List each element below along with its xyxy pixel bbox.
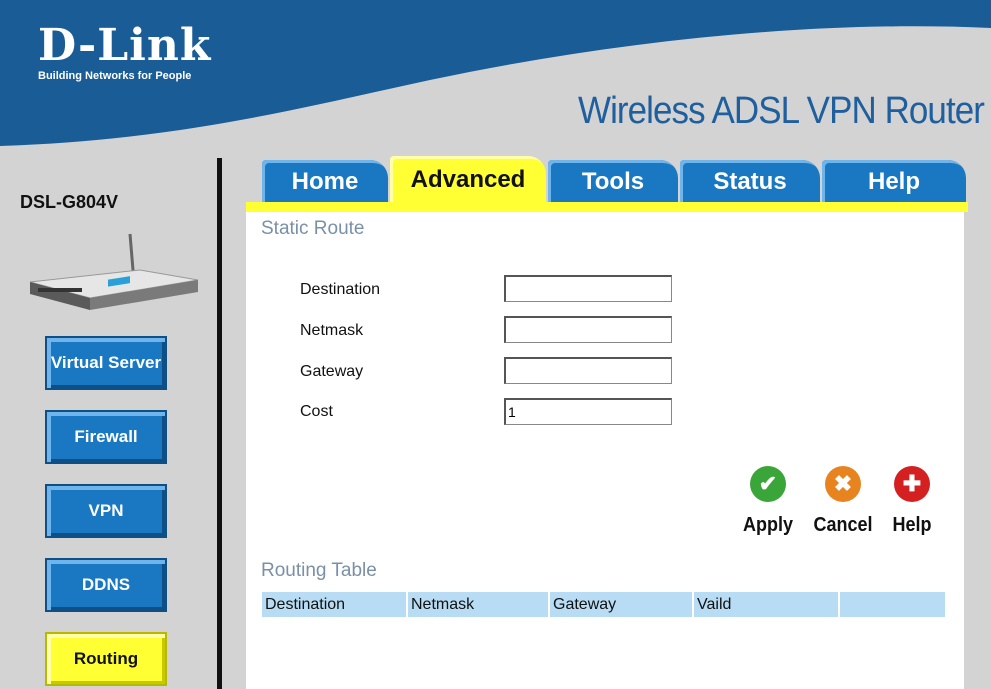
- destination-input[interactable]: [504, 275, 672, 302]
- column-header-netmask: Netmask: [408, 592, 550, 617]
- column-header-empty: [840, 592, 945, 617]
- cancel-button[interactable]: ✖ Cancel: [808, 466, 878, 537]
- netmask-label: Netmask: [300, 322, 364, 339]
- routing-table-header: Destination Netmask Gateway Vaild: [262, 592, 945, 617]
- product-title: Wireless ADSL VPN Router: [578, 90, 985, 132]
- cancel-x-icon: ✖: [825, 466, 861, 502]
- logo-brand: D-Link: [38, 20, 212, 71]
- vertical-divider: [214, 150, 224, 689]
- cost-label: Cost: [300, 403, 333, 420]
- model-name: DSL-G804V: [20, 192, 119, 212]
- destination-label: Destination: [300, 281, 381, 298]
- tab-help[interactable]: Help: [822, 160, 966, 204]
- help-plus-icon: ✚: [894, 466, 930, 502]
- sidebar-item-virtual-server[interactable]: Virtual Server: [45, 336, 167, 390]
- sidebar-item-firewall[interactable]: Firewall: [45, 410, 167, 464]
- dlink-logo: D-Link Building Networks for People: [38, 20, 212, 83]
- tab-advanced[interactable]: Advanced: [390, 156, 546, 204]
- column-header-valid: Vaild: [694, 592, 840, 617]
- router-device-icon: [30, 233, 199, 310]
- sidebar-item-routing[interactable]: Routing: [45, 632, 167, 686]
- cost-input[interactable]: [504, 398, 672, 425]
- routing-table-title: Routing Table: [261, 560, 377, 581]
- apply-label: Apply: [742, 514, 794, 536]
- logo-tagline: Building Networks for People: [38, 70, 192, 82]
- tab-underline: [246, 202, 968, 212]
- help-label: Help: [892, 514, 932, 536]
- apply-button[interactable]: ✔ Apply: [738, 466, 798, 537]
- sidebar-item-ddns[interactable]: DDNS: [45, 558, 167, 612]
- sidebar-item-vpn[interactable]: VPN: [45, 484, 167, 538]
- tab-home[interactable]: Home: [262, 160, 388, 204]
- checkmark-icon: ✔: [750, 466, 786, 502]
- tab-tools[interactable]: Tools: [548, 160, 678, 204]
- gateway-label: Gateway: [300, 363, 364, 380]
- help-button[interactable]: ✚ Help: [886, 466, 938, 537]
- header-banner: D-Link Building Networks for People Wire…: [0, 0, 991, 150]
- netmask-input[interactable]: [504, 316, 672, 343]
- gateway-input[interactable]: [504, 357, 672, 384]
- main-panel: Static Route Destination Netmask Gateway…: [246, 212, 964, 689]
- static-route-title: Static Route: [261, 218, 365, 239]
- tab-status[interactable]: Status: [680, 160, 820, 204]
- column-header-gateway: Gateway: [550, 592, 694, 617]
- cancel-label: Cancel: [813, 514, 873, 536]
- column-header-destination: Destination: [262, 592, 408, 617]
